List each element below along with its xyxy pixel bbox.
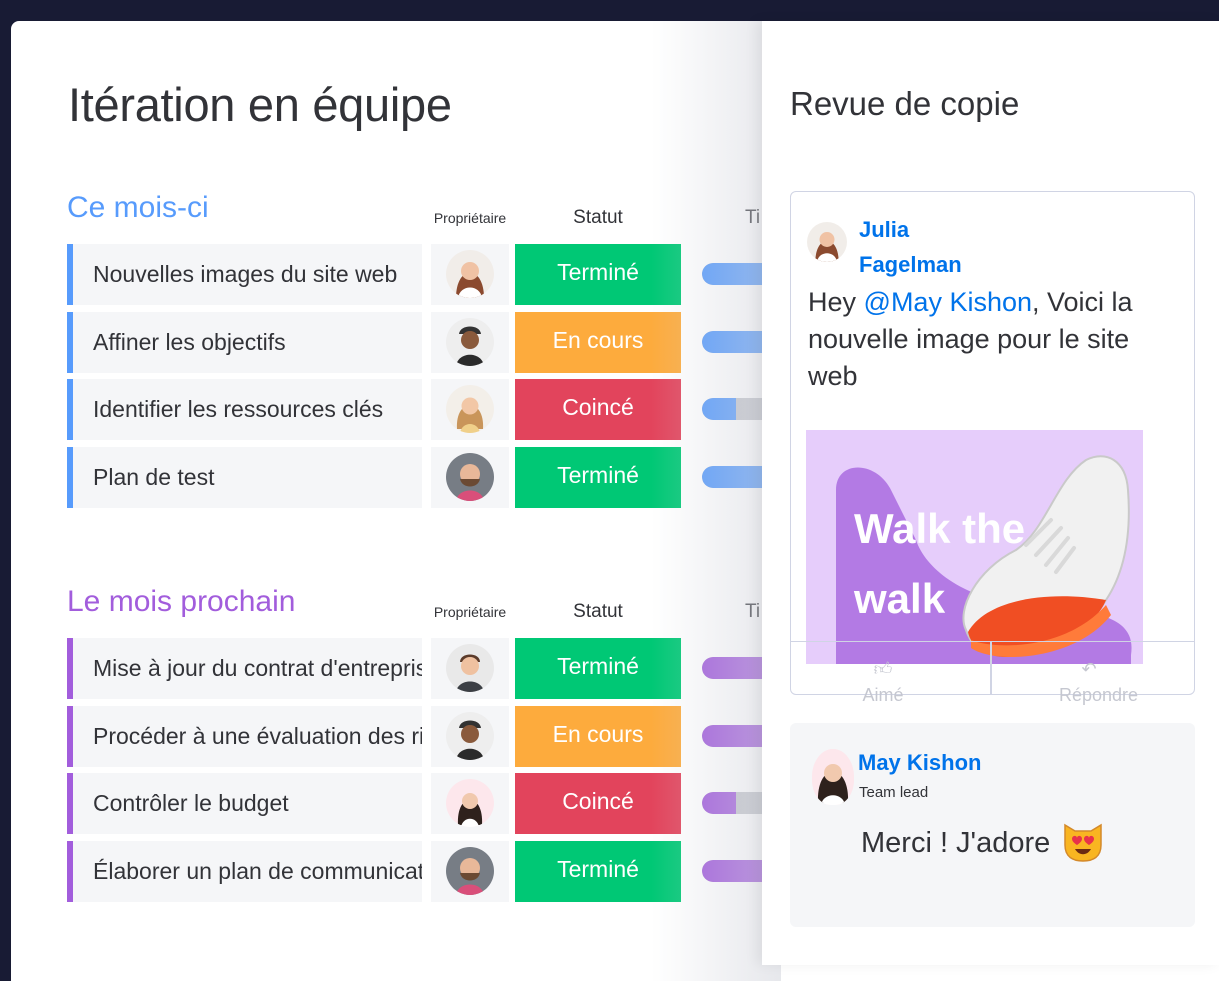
reply-author-name[interactable]: May Kishon (858, 750, 981, 776)
avatar[interactable] (812, 749, 854, 805)
avatar[interactable] (446, 385, 494, 433)
item-name: Nouvelles images du site web (93, 261, 398, 287)
owner-cell[interactable] (431, 706, 509, 767)
avatar[interactable] (446, 318, 494, 366)
avatar[interactable] (446, 712, 494, 760)
avatar[interactable] (446, 644, 494, 692)
owner-cell[interactable] (431, 447, 509, 508)
panel-title: Revue de copie (790, 85, 1020, 122)
item-name-cell[interactable]: Affiner les objectifs (73, 312, 422, 373)
post-actions: 👍︎ Aimé ↶ Répondre (791, 641, 1194, 705)
mention-link[interactable]: @May Kishon (864, 287, 1032, 317)
owner-cell[interactable] (431, 773, 509, 834)
item-name: Contrôler le budget (93, 790, 289, 816)
item-name: Plan de test (93, 464, 215, 490)
board-title: Itération en équipe (68, 78, 452, 131)
avatar[interactable] (446, 250, 494, 298)
owner-cell[interactable] (431, 244, 509, 305)
item-name: Élaborer un plan de communication (93, 858, 422, 884)
reply-author-role: Team lead (859, 784, 929, 801)
item-name-cell[interactable]: Contrôler le budget (73, 773, 422, 834)
column-header-owner[interactable]: Propriétaire (430, 603, 510, 621)
reply-icon: ↶ (1081, 659, 1097, 679)
image-caption: Walk the walk (854, 505, 1026, 622)
owner-cell[interactable] (431, 841, 509, 902)
reply-text: Merci ! J'adore (861, 827, 1051, 859)
item-name: Mise à jour du contrat d'entreprise (93, 655, 422, 681)
like-label: Aimé (862, 685, 904, 705)
item-name-cell[interactable]: Élaborer un plan de communication (73, 841, 422, 902)
avatar[interactable] (446, 847, 494, 895)
post-text: Hey (808, 287, 864, 317)
reply-label: Répondre (1059, 685, 1139, 705)
avatar[interactable] (446, 453, 494, 501)
heart-eyes-cat-icon (1064, 823, 1102, 862)
item-name-cell[interactable]: Nouvelles images du site web (73, 244, 422, 305)
updates-panel: Revue de copie Julia Fagelman Hey @May K… (762, 21, 1219, 965)
item-name-cell[interactable]: Mise à jour du contrat d'entreprise (73, 638, 422, 699)
post-image[interactable]: Walk the walk (806, 430, 1143, 664)
item-name: Procéder à une évaluation des risques (93, 723, 422, 749)
update-post: Julia Fagelman Hey @May Kishon, Voici la… (790, 191, 1195, 705)
item-name-cell[interactable]: Procéder à une évaluation des risques (73, 706, 422, 767)
owner-cell[interactable] (431, 379, 509, 440)
column-header-status[interactable]: Statut (548, 601, 648, 623)
group-title-next-month[interactable]: Le mois prochain (67, 585, 295, 619)
reply-button[interactable]: ↶ Répondre (1059, 656, 1138, 708)
thumbs-up-icon: 👍︎ (873, 659, 893, 679)
item-name-cell[interactable]: Identifier les ressources clés (73, 379, 422, 440)
column-header-status[interactable]: Statut (548, 207, 648, 229)
like-button[interactable]: 👍︎ Aimé (853, 656, 913, 708)
post-author-name[interactable]: Julia Fagelman (859, 212, 979, 282)
column-header-owner[interactable]: Propriétaire (430, 209, 510, 227)
item-name-cell[interactable]: Plan de test (73, 447, 422, 508)
group-title-this-month[interactable]: Ce mois-ci (67, 191, 209, 225)
avatar[interactable] (446, 779, 494, 827)
avatar[interactable] (807, 222, 847, 262)
item-name: Identifier les ressources clés (93, 396, 384, 422)
reply-card: May Kishon Team lead Merci ! J'adore (790, 723, 1195, 927)
item-name: Affiner les objectifs (93, 329, 286, 355)
owner-cell[interactable] (431, 312, 509, 373)
post-body: Hey @May Kishon, Voici la nouvelle image… (808, 284, 1183, 395)
owner-cell[interactable] (431, 638, 509, 699)
action-divider (990, 642, 992, 695)
